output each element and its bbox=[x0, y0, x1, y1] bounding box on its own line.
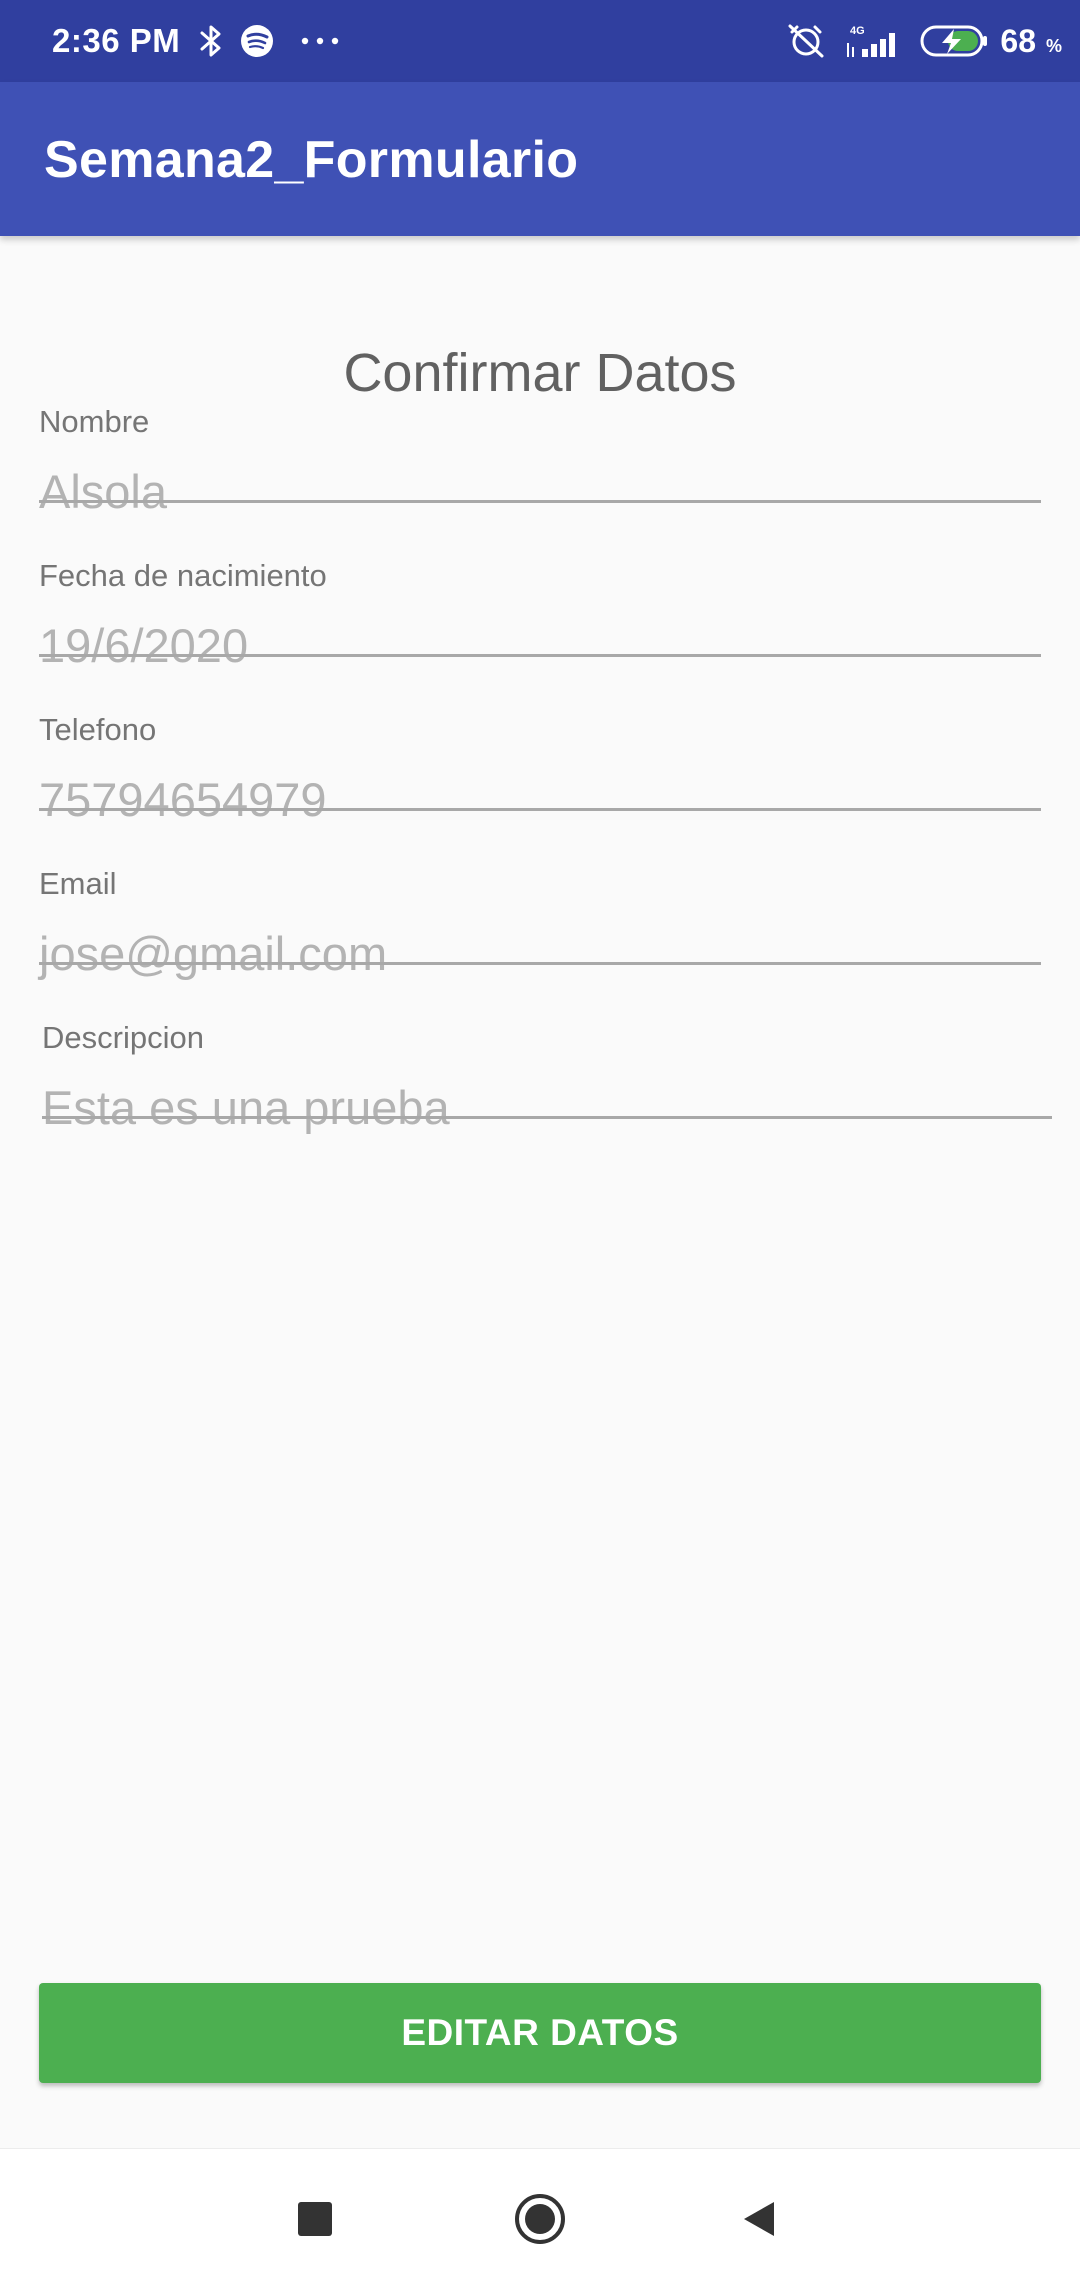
app-bar: Semana2_Formulario bbox=[0, 82, 1080, 236]
descripcion-field[interactable]: Descripcion Esta es una prueba bbox=[42, 1020, 1052, 1150]
status-bar: 2:36 PM 4G 68 % bbox=[0, 0, 1080, 82]
field-value: Esta es una prueba bbox=[42, 1081, 450, 1134]
home-circle-icon[interactable] bbox=[508, 2187, 572, 2251]
field-underline bbox=[39, 654, 1041, 657]
navigation-bar bbox=[0, 2148, 1080, 2280]
form-heading: Confirmar Datos bbox=[343, 343, 737, 403]
back-triangle-icon[interactable] bbox=[728, 2187, 792, 2251]
alarm-off-icon bbox=[786, 22, 826, 60]
email-field[interactable]: Email jose@gmail.com bbox=[39, 866, 1041, 996]
recents-square-icon[interactable] bbox=[283, 2187, 347, 2251]
field-value: 75794654979 bbox=[39, 773, 327, 826]
app-title: Semana2_Formulario bbox=[44, 131, 579, 189]
signal-icon: 4G bbox=[844, 23, 902, 59]
bluetooth-icon bbox=[198, 24, 224, 58]
battery-charging-icon bbox=[920, 24, 990, 58]
field-underline bbox=[39, 500, 1041, 503]
field-label: Descripcion bbox=[42, 1020, 204, 1055]
battery-unit: % bbox=[1045, 35, 1062, 56]
spotify-icon bbox=[240, 24, 274, 58]
field-underline bbox=[39, 962, 1041, 965]
field-value: jose@gmail.com bbox=[39, 927, 388, 980]
editar-datos-button[interactable]: EDITAR DATOS bbox=[39, 1983, 1041, 2083]
field-value: 19/6/2020 bbox=[39, 619, 249, 672]
status-time: 2:36 PM bbox=[52, 22, 181, 59]
nombre-field[interactable]: Nombre Alsola bbox=[39, 404, 1041, 534]
field-label: Telefono bbox=[39, 712, 157, 747]
field-value: Alsola bbox=[39, 465, 168, 518]
more-notifications-icon bbox=[300, 36, 340, 46]
network-type-label: 4G bbox=[850, 25, 865, 37]
field-label: Nombre bbox=[39, 404, 150, 439]
fecha-nacimiento-field[interactable]: Fecha de nacimiento 19/6/2020 bbox=[39, 558, 1041, 688]
field-underline bbox=[39, 808, 1041, 811]
field-underline bbox=[42, 1116, 1052, 1119]
battery-level: 68 bbox=[1000, 22, 1036, 59]
form-content: Confirmar Datos Nombre Alsola Fecha de n… bbox=[0, 236, 1080, 2148]
telefono-field[interactable]: Telefono 75794654979 bbox=[39, 712, 1041, 842]
field-label: Fecha de nacimiento bbox=[39, 558, 327, 593]
field-label: Email bbox=[39, 866, 117, 901]
